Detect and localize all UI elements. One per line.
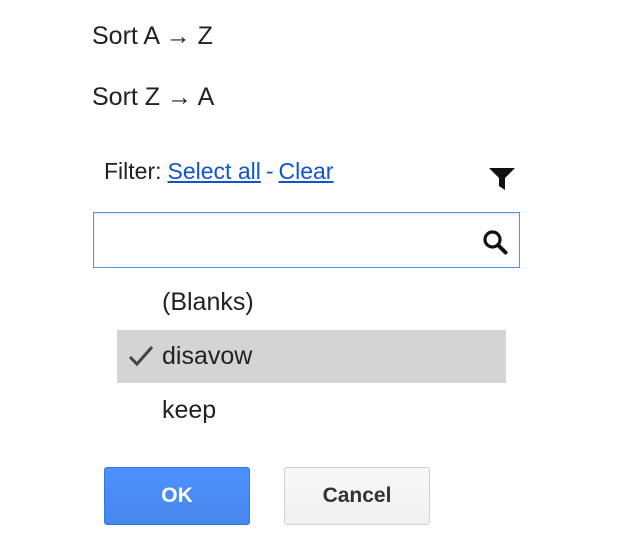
value-label: (Blanks) [162,288,254,316]
sort-ascending-item[interactable]: Sort A → Z [92,20,213,52]
search-icon[interactable] [482,229,508,255]
cancel-button[interactable]: Cancel [284,467,430,525]
filter-row: Filter: Select all - Clear [104,155,333,187]
checkmark-icon [128,346,154,367]
value-label: disavow [162,342,253,370]
filter-label: Filter: [104,158,162,184]
ok-button[interactable]: OK [104,467,250,525]
search-field[interactable] [93,212,520,268]
clear-link[interactable]: Clear [279,158,334,184]
sort-filter-menu: Sort A → Z Sort Z → A Filter: Select all -… [0,0,630,554]
search-input[interactable] [100,219,464,263]
filter-separator: - [265,158,274,184]
filter-funnel-icon [489,168,515,190]
value-label: keep [162,396,217,424]
select-all-link[interactable]: Select all [168,158,261,184]
value-item-keep[interactable]: keep [117,384,506,437]
value-item-disavow[interactable]: disavow [117,330,506,383]
sort-descending-item[interactable]: Sort Z → A [92,81,214,113]
value-item-blanks[interactable]: (Blanks) [117,276,506,329]
